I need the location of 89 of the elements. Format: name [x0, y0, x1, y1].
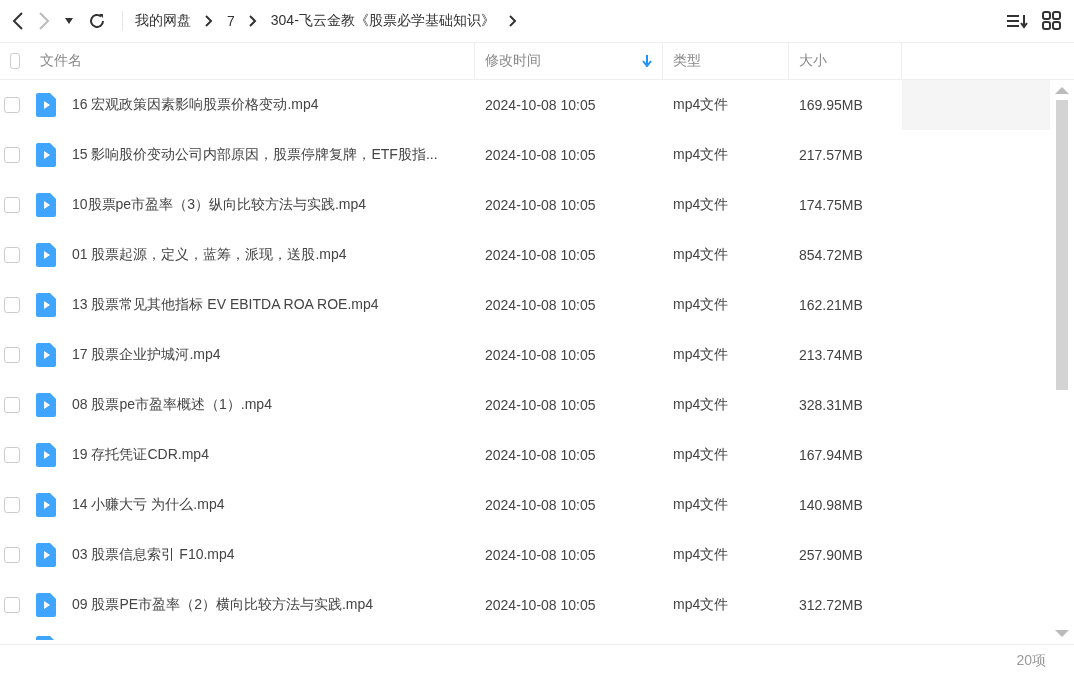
refresh-icon — [88, 12, 106, 30]
scrollbar-thumb[interactable] — [1056, 100, 1068, 390]
file-name[interactable]: 10股票pe市盈率（3）纵向比较方法与实践.mp4 — [72, 196, 367, 214]
video-file-icon — [36, 343, 56, 367]
row-checkbox[interactable] — [4, 497, 20, 513]
sort-icon — [1006, 12, 1028, 30]
file-size: 174.75MB — [799, 197, 863, 213]
video-file-icon — [36, 143, 56, 167]
file-size: 854.72MB — [799, 247, 863, 263]
modified-time: 2024-10-08 10:05 — [485, 447, 596, 463]
modified-time: 2024-10-08 10:05 — [485, 147, 596, 163]
chevron-right-icon — [205, 15, 213, 27]
video-file-icon — [36, 443, 56, 467]
file-type: mp4文件 — [673, 296, 729, 314]
sort-arrow-icon — [642, 55, 652, 67]
row-checkbox[interactable] — [4, 297, 20, 313]
file-name[interactable]: 19 存托凭证CDR.mp4 — [72, 446, 209, 464]
file-size: 162.21MB — [799, 297, 863, 313]
file-type: mp4文件 — [673, 446, 729, 464]
file-type: mp4文件 — [673, 496, 729, 514]
modified-time: 2024-10-08 10:05 — [485, 497, 596, 513]
row-checkbox[interactable] — [4, 347, 20, 363]
row-checkbox[interactable] — [4, 547, 20, 563]
file-size: 328.31MB — [799, 397, 863, 413]
row-checkbox[interactable] — [4, 597, 20, 613]
item-count: 20项 — [1016, 651, 1046, 670]
row-checkbox[interactable] — [4, 197, 20, 213]
breadcrumb-link[interactable]: 304-飞云金教《股票必学基础知识》 — [270, 12, 495, 30]
file-size: 312.72MB — [799, 597, 863, 613]
file-type: mp4文件 — [673, 346, 729, 364]
video-file-icon — [36, 93, 56, 117]
file-type: mp4文件 — [673, 196, 729, 214]
file-name[interactable]: 03 股票信息索引 F10.mp4 — [72, 546, 235, 564]
file-type: mp4文件 — [673, 146, 729, 164]
row-checkbox[interactable] — [4, 97, 20, 113]
column-header[interactable]: 类型 — [663, 43, 789, 79]
video-file-icon — [36, 593, 56, 617]
file-type: mp4文件 — [673, 96, 729, 114]
file-name[interactable]: 08 股票pe市盈率概述（1）.mp4 — [72, 396, 272, 414]
video-file-icon — [36, 393, 56, 417]
file-name[interactable]: 14 小赚大亏 为什么.mp4 — [72, 496, 225, 514]
file-name[interactable]: 01 股票起源，定义，蓝筹，派现，送股.mp4 — [72, 246, 347, 264]
file-type: mp4文件 — [673, 546, 729, 564]
grid-icon — [1042, 11, 1062, 31]
file-name[interactable]: 17 股票企业护城河.mp4 — [72, 346, 221, 364]
breadcrumb-link[interactable]: 7 — [227, 13, 235, 29]
file-name[interactable]: 16 宏观政策因素影响股票价格变动.mp4 — [72, 96, 319, 114]
modified-time: 2024-10-08 10:05 — [485, 97, 596, 113]
file-size: 217.57MB — [799, 147, 863, 163]
row-checkbox[interactable] — [4, 147, 20, 163]
file-size: 169.95MB — [799, 97, 863, 113]
column-header[interactable]: 修改时间 — [475, 43, 663, 79]
video-file-icon — [36, 543, 56, 567]
chevron-right-icon — [38, 12, 50, 30]
modified-time: 2024-10-08 10:05 — [485, 197, 596, 213]
video-file-icon — [36, 635, 56, 640]
video-file-icon — [36, 243, 56, 267]
row-checkbox[interactable] — [4, 397, 20, 413]
video-file-icon — [36, 493, 56, 517]
row-checkbox[interactable] — [4, 247, 20, 263]
file-type: mp4文件 — [673, 596, 729, 614]
column-header[interactable]: 大小 — [789, 43, 902, 79]
file-name[interactable]: 15 影响股价变动公司内部原因，股票停牌复牌，ETF股指... — [72, 146, 438, 164]
scroll-up-icon[interactable] — [1055, 86, 1069, 94]
file-size: 140.98MB — [799, 497, 863, 513]
file-size: 167.94MB — [799, 447, 863, 463]
row-checkbox[interactable] — [4, 447, 20, 463]
modified-time: 2024-10-08 10:05 — [485, 347, 596, 363]
chevron-right-icon — [248, 15, 257, 27]
file-type: mp4文件 — [673, 396, 729, 414]
scroll-down-icon[interactable] — [1055, 630, 1069, 638]
file-size: 213.74MB — [799, 347, 863, 363]
chevron-right-icon — [508, 15, 517, 27]
file-name[interactable]: 13 股票常见其他指标 EV EBITDA ROA ROE.mp4 — [72, 296, 379, 314]
file-type: mp4文件 — [673, 246, 729, 264]
modified-time: 2024-10-08 10:05 — [485, 247, 596, 263]
modified-time: 2024-10-08 10:05 — [485, 597, 596, 613]
chevron-left-icon — [12, 12, 24, 30]
file-size: 257.90MB — [799, 547, 863, 563]
breadcrumb-link[interactable]: 我的网盘 — [135, 12, 191, 30]
modified-time: 2024-10-08 10:05 — [485, 297, 596, 313]
modified-time: 2024-10-08 10:05 — [485, 397, 596, 413]
column-header[interactable]: 文件名 — [30, 43, 475, 79]
caret-down-icon — [64, 17, 74, 25]
video-file-icon — [36, 193, 56, 217]
video-file-icon — [36, 293, 56, 317]
modified-time: 2024-10-08 10:05 — [485, 547, 596, 563]
file-name[interactable]: 09 股票PE市盈率（2）横向比较方法与实践.mp4 — [72, 596, 374, 614]
select-all-checkbox[interactable] — [10, 53, 20, 69]
